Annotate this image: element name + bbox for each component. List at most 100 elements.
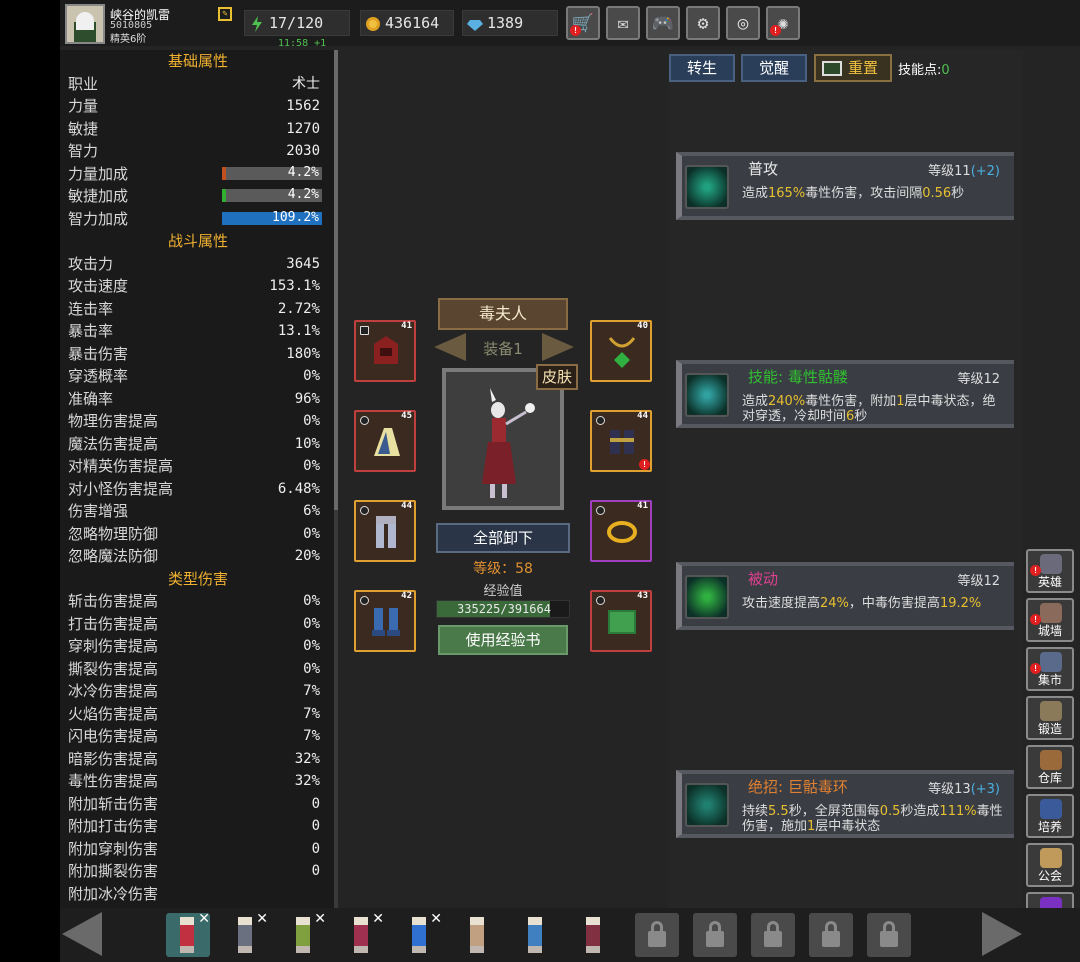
mail-icon[interactable]: ✉: [606, 6, 640, 40]
skill-card[interactable]: 普攻 等级11(+2) 造成165%毒性伤害，攻击间隔0.56秒: [676, 152, 1014, 220]
edit-name-icon[interactable]: ✎: [218, 7, 232, 21]
stat-value: 1562: [286, 98, 320, 114]
padlock-icon: [648, 931, 666, 947]
locked-hero-slot: [867, 913, 911, 957]
skill-card[interactable]: 技能: 毒性骷髅 等级12 造成240%毒性伤害，附加1层中毒状态，绝对穿透，冷却时…: [676, 360, 1014, 428]
hero-slot[interactable]: [514, 913, 558, 957]
skill-level-text: 等级12: [957, 574, 1000, 589]
nav-2[interactable]: 集市!: [1026, 647, 1074, 691]
alert-badge: !: [639, 459, 650, 470]
stat-value: 术士: [292, 75, 320, 92]
skill-level-bonus: (+2): [970, 164, 1000, 179]
hero-selector-bar: [60, 908, 1080, 962]
stat-value: 1270: [286, 120, 320, 137]
player-avatar[interactable]: [65, 4, 105, 44]
cape-icon: [374, 428, 400, 456]
skill-description: 造成240%毒性伤害，附加1层中毒状态，绝对穿透，冷却时间6秒: [742, 394, 996, 424]
ring-slot[interactable]: 41: [590, 500, 652, 562]
nav-1[interactable]: 城墙!: [1026, 598, 1074, 642]
skill-card[interactable]: 绝招: 巨骷毒环 等级13(+3) 持续5.5秒，全屏范围每0.5秒造成111%毒性…: [676, 770, 1014, 838]
gamepad-icon[interactable]: 🎮: [646, 6, 680, 40]
prev-set-arrow-icon[interactable]: [434, 333, 466, 361]
bonus-value: 109.2%: [272, 209, 319, 225]
stat-label: 职业: [68, 74, 99, 93]
boots-slot[interactable]: 42: [354, 590, 416, 652]
stat-label: 撕裂伤害提高: [68, 659, 159, 678]
stat-label: 闪电伤害提高: [68, 727, 159, 745]
stat-value: 0: [311, 863, 320, 879]
stat-value: 96%: [294, 390, 320, 407]
reset-skills-button[interactable]: 重置: [814, 54, 892, 82]
stat-label: 忽略魔法防御: [68, 547, 159, 565]
unequip-all-button[interactable]: 全部卸下: [436, 523, 570, 553]
nav-6[interactable]: 公会: [1026, 843, 1074, 887]
hero-slot[interactable]: ✕: [166, 911, 210, 957]
hero-close-icon[interactable]: ✕: [314, 911, 326, 927]
skill-points-value: 0: [941, 63, 950, 78]
stat-row: 攻击速度 153.1%: [60, 275, 336, 298]
lucky-wheel-icon[interactable]: ◎: [726, 6, 760, 40]
stat-value: 7%: [303, 683, 320, 699]
nav-0[interactable]: 英雄!: [1026, 549, 1074, 593]
nav-4[interactable]: 仓库: [1026, 745, 1074, 789]
hero-level: 等级：58: [473, 561, 533, 577]
stat-label: 智力: [68, 142, 99, 160]
attribute-scrollbar[interactable]: [334, 50, 338, 910]
hero-figure-icon: [586, 917, 600, 953]
lightning-icon: [252, 16, 262, 32]
combat-attributes-title: 战斗属性: [167, 232, 228, 250]
padlock-icon: [764, 931, 782, 947]
gear-icon[interactable]: ⚙: [686, 6, 720, 40]
hero-slot[interactable]: ✕: [224, 911, 268, 957]
nav-5[interactable]: 培养: [1026, 794, 1074, 838]
hero-close-icon[interactable]: ✕: [256, 911, 268, 927]
skill-card[interactable]: 被动 等级12 攻击速度提高24%，中毒伤害提高19.2%: [676, 562, 1014, 630]
helmet-slot[interactable]: 41: [354, 320, 416, 382]
fireworks-icon[interactable]: ✺!: [766, 6, 800, 40]
stat-row: 穿透概率 0%: [60, 365, 336, 388]
hero-close-icon[interactable]: ✕: [198, 911, 210, 927]
necklace-slot[interactable]: 40: [590, 320, 652, 382]
item-level: 44: [637, 411, 648, 421]
skill-points: 技能点:0: [898, 63, 950, 78]
poison-lady-figure-icon: [482, 388, 535, 498]
rebirth-button[interactable]: 转生: [669, 54, 735, 82]
stat-value: 13.1%: [277, 323, 320, 339]
skin-button[interactable]: 皮肤: [536, 364, 578, 390]
next-set-arrow-icon[interactable]: [542, 333, 574, 361]
stat-row: 敏捷 1270: [60, 118, 336, 141]
cape-slot[interactable]: 45: [354, 410, 416, 472]
hero-figure-icon: [180, 917, 194, 953]
spellbook-icon: [608, 610, 636, 634]
stat-label: 连击率: [68, 299, 114, 318]
skill-description: 造成165%毒性伤害，攻击间隔0.56秒: [742, 186, 965, 201]
hero-slot[interactable]: ✕: [340, 911, 384, 957]
nav-3[interactable]: 锻造: [1026, 696, 1074, 740]
hero-close-icon[interactable]: ✕: [430, 911, 442, 927]
necklace-icon: [608, 337, 636, 368]
stat-row: 智力 2030: [60, 140, 336, 163]
hero-close-icon[interactable]: ✕: [372, 911, 384, 927]
pants-slot[interactable]: 44: [354, 500, 416, 562]
hero-slot[interactable]: ✕: [398, 911, 442, 957]
stat-row: 毒性伤害提高 32%: [60, 770, 336, 793]
hero-slot[interactable]: ✕: [282, 911, 326, 957]
awaken-button[interactable]: 觉醒: [741, 54, 807, 82]
nav-icon: [1040, 603, 1062, 623]
stat-label: 斩击伤害提高: [68, 592, 159, 610]
stat-value: 0%: [303, 638, 320, 654]
game-screen: 峡谷的凯雷 5010805 精英6阶 ✎ 17/120 11:58 +1 436…: [60, 0, 1080, 962]
skill-level: 等级12: [957, 570, 1000, 589]
gem-counter: 1389: [462, 10, 558, 36]
gold-counter: 436164: [360, 10, 454, 36]
gloves-slot[interactable]: 44!: [590, 410, 652, 472]
attribute-panel[interactable]: 基础属性 职业 术士 力量 1562 敏捷 1270 智力 2030 力量加成 4.2% 敏捷加成…: [60, 50, 336, 910]
hero-slot[interactable]: [572, 913, 616, 957]
spellbook-slot[interactable]: 43: [590, 590, 652, 652]
skill-level-text: 等级13: [928, 782, 971, 797]
hero-figure-icon: [238, 917, 252, 953]
shop-cart-icon[interactable]: 🛒!: [566, 6, 600, 40]
hero-slot[interactable]: [456, 913, 500, 957]
padlock-icon: [822, 931, 840, 947]
use-exp-book-button[interactable]: 使用经验书: [438, 625, 568, 655]
